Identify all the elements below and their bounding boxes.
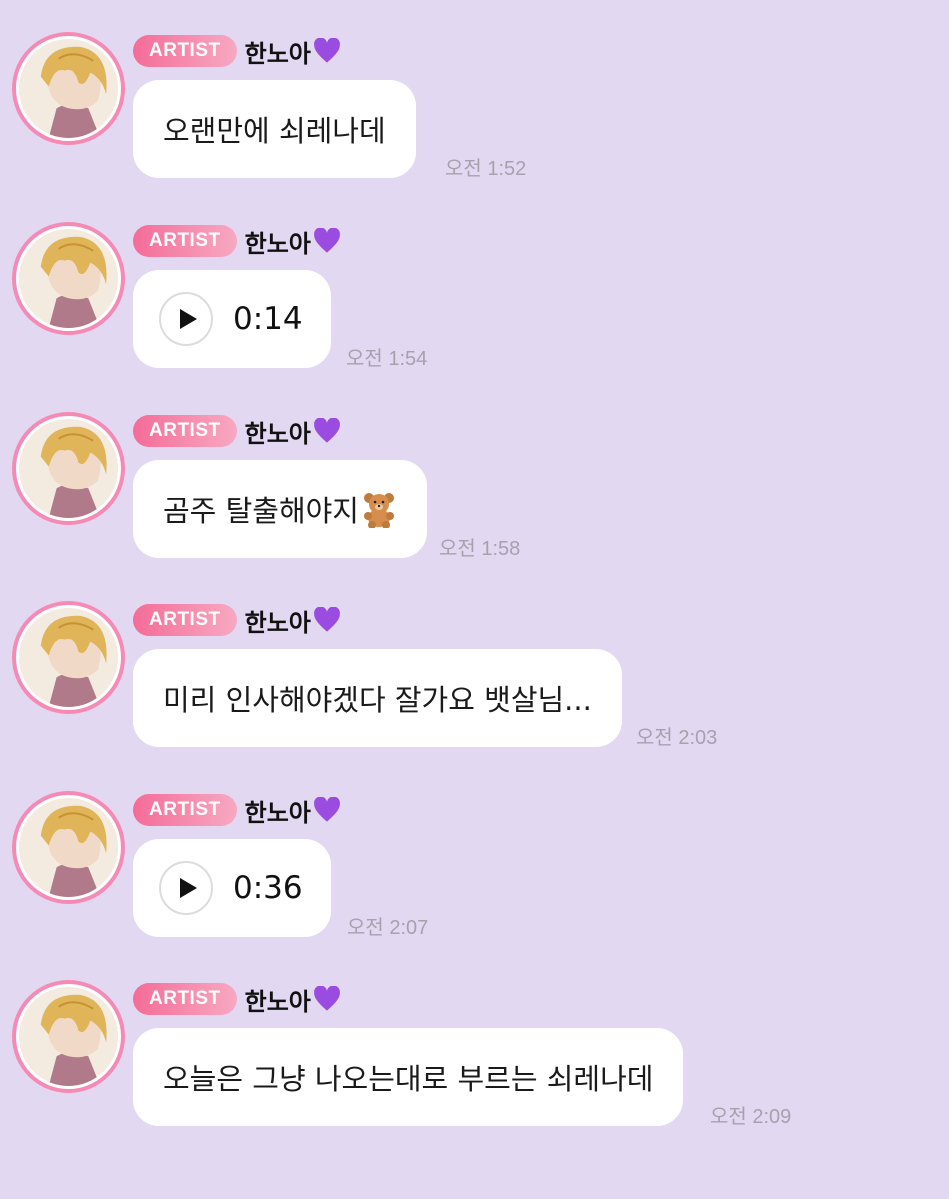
- voice-duration: 0:36: [233, 870, 303, 906]
- avatar-image: [16, 605, 121, 710]
- avatar-image: [16, 795, 121, 900]
- message-text: 오늘은 그냥 나오는대로 부르는 쇠레나데: [163, 1062, 654, 1096]
- avatar[interactable]: [12, 980, 125, 1093]
- sender-name[interactable]: 한노아: [245, 793, 341, 828]
- sender-name-text: 한노아: [244, 39, 311, 68]
- message-bubble[interactable]: 곰주 탈출해야지: [133, 460, 427, 558]
- message-time: 오전 1:54: [346, 348, 428, 370]
- sender-name[interactable]: 한노아: [245, 982, 341, 1017]
- voice-message-bubble[interactable]: 0:14: [133, 270, 331, 368]
- chat-message: ARTIST 한노아 오늘은 그냥 나오는대로 부르는 쇠레나데 오전 2:09: [0, 948, 949, 1138]
- message-time: 오전 2:09: [710, 1106, 792, 1128]
- chat-message: ARTIST 한노아 곰주 탈출해야지 오전 1:58: [0, 380, 949, 570]
- sender-name-text: 한노아: [244, 987, 311, 1016]
- message-bubble[interactable]: 오랜만에 쇠레나데: [133, 80, 416, 178]
- chat-message: ARTIST 한노아 미리 인사해야겠다 잘가요 뱃살님... 오전 2:03: [0, 569, 949, 759]
- chat-message: ARTIST 한노아 0:36 오전 2:07: [0, 759, 949, 949]
- avatar[interactable]: [12, 601, 125, 714]
- avatar[interactable]: [12, 791, 125, 904]
- sender-row: ARTIST 한노아: [133, 34, 341, 68]
- artist-badge: ARTIST: [133, 794, 237, 826]
- message-time: 오전 1:58: [439, 538, 521, 560]
- sender-name[interactable]: 한노아: [245, 414, 341, 449]
- voice-duration: 0:14: [233, 301, 303, 337]
- play-icon: [180, 309, 197, 329]
- chat-view: ARTIST 한노아 오랜만에 쇠레나데 오전 1:52 ARTIST 한노아 …: [0, 0, 949, 1199]
- message-text: 곰주 탈출해야지: [163, 494, 359, 528]
- sender-row: ARTIST 한노아: [133, 793, 341, 827]
- message-text: 미리 인사해야겠다 잘가요 뱃살님...: [163, 683, 592, 717]
- purple-heart-icon: [313, 418, 340, 443]
- sender-name-text: 한노아: [244, 798, 311, 827]
- play-button[interactable]: [159, 861, 213, 915]
- message-text: 오랜만에 쇠레나데: [163, 114, 386, 148]
- artist-badge: ARTIST: [133, 983, 237, 1015]
- artist-badge: ARTIST: [133, 35, 237, 67]
- purple-heart-icon: [313, 38, 340, 63]
- avatar-image: [16, 416, 121, 521]
- message-bubble[interactable]: 미리 인사해야겠다 잘가요 뱃살님...: [133, 649, 622, 747]
- sender-name-text: 한노아: [244, 608, 311, 637]
- play-icon: [180, 878, 197, 898]
- avatar[interactable]: [12, 222, 125, 335]
- message-time: 오전 2:03: [636, 727, 718, 749]
- chat-message: ARTIST 한노아 오랜만에 쇠레나데 오전 1:52: [0, 0, 949, 190]
- sender-row: ARTIST 한노아: [133, 603, 341, 637]
- sender-name-text: 한노아: [244, 419, 311, 448]
- sender-name[interactable]: 한노아: [245, 224, 341, 259]
- play-button[interactable]: [159, 292, 213, 346]
- sender-name-text: 한노아: [244, 229, 311, 258]
- chat-message: ARTIST 한노아 0:14 오전 1:54: [0, 190, 949, 380]
- avatar-image: [16, 226, 121, 331]
- sender-name[interactable]: 한노아: [245, 34, 341, 69]
- purple-heart-icon: [313, 986, 340, 1011]
- sender-row: ARTIST 한노아: [133, 414, 341, 448]
- sender-row: ARTIST 한노아: [133, 224, 341, 258]
- message-time: 오전 1:52: [445, 158, 527, 180]
- avatar[interactable]: [12, 412, 125, 525]
- message-bubble[interactable]: 오늘은 그냥 나오는대로 부르는 쇠레나데: [133, 1028, 684, 1126]
- artist-badge: ARTIST: [133, 604, 237, 636]
- teddy-bear-icon: [363, 493, 394, 528]
- voice-message-bubble[interactable]: 0:36: [133, 839, 331, 937]
- artist-badge: ARTIST: [133, 225, 237, 257]
- avatar-image: [16, 984, 121, 1089]
- sender-name[interactable]: 한노아: [245, 603, 341, 638]
- message-time: 오전 2:07: [347, 917, 429, 939]
- purple-heart-icon: [313, 228, 340, 253]
- avatar-image: [16, 36, 121, 141]
- purple-heart-icon: [313, 607, 340, 632]
- sender-row: ARTIST 한노아: [133, 982, 341, 1016]
- purple-heart-icon: [313, 797, 340, 822]
- avatar[interactable]: [12, 32, 125, 145]
- artist-badge: ARTIST: [133, 415, 237, 447]
